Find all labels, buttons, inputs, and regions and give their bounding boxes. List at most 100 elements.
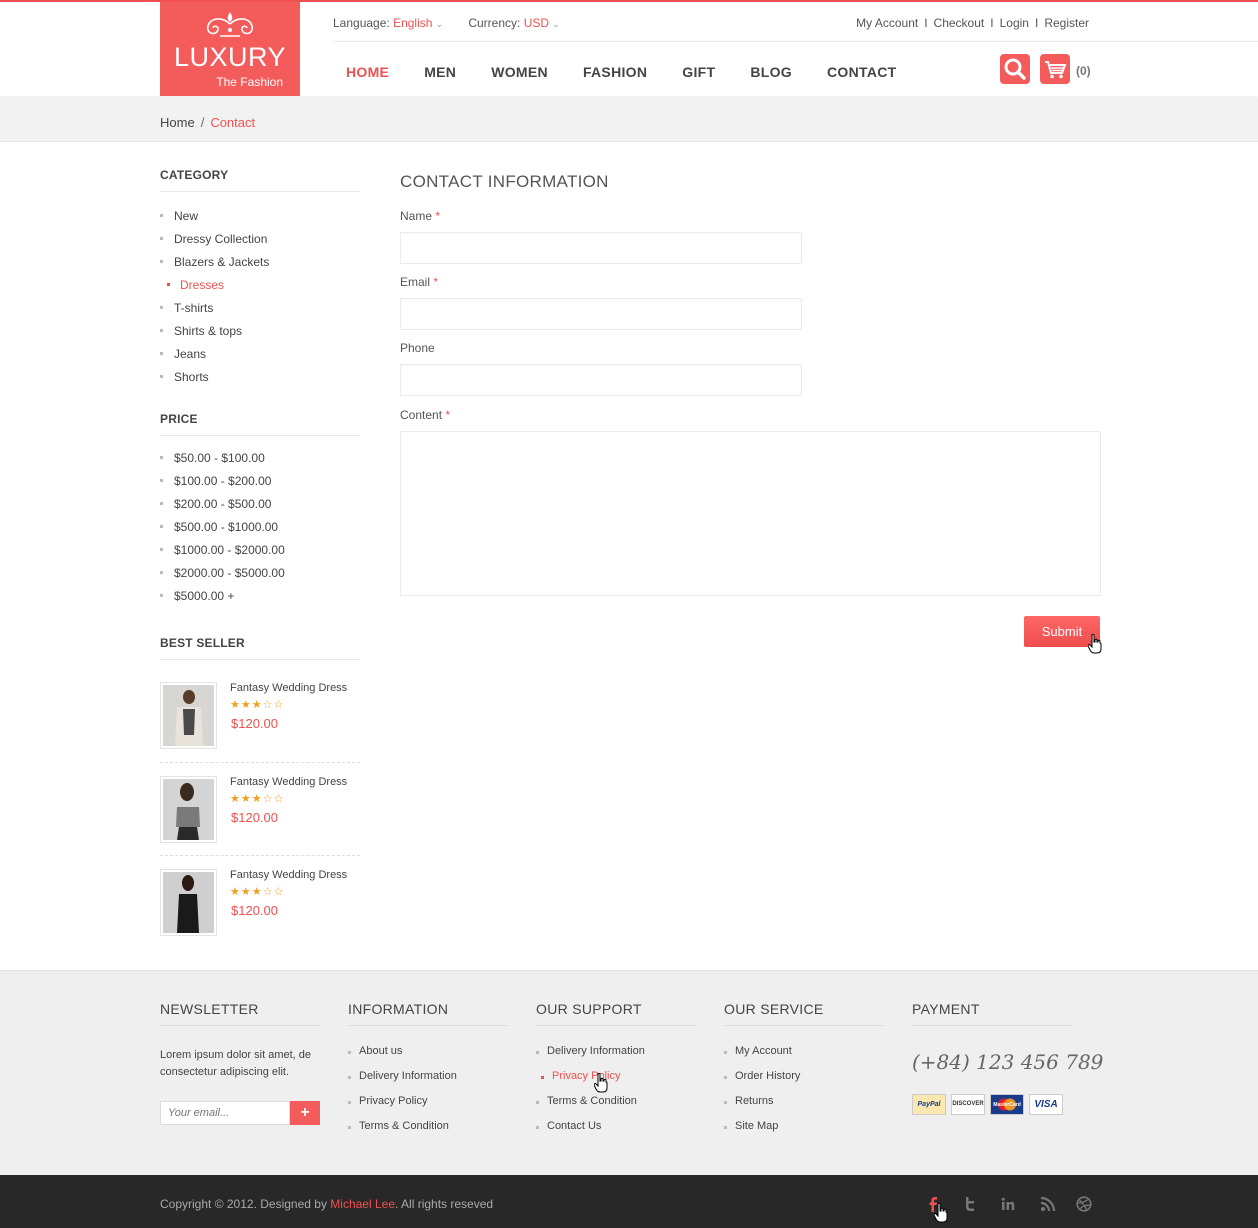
footer-link[interactable]: About us	[348, 1045, 457, 1070]
information-list: About us Delivery Information Privacy Po…	[348, 1045, 457, 1145]
twitter-icon[interactable]	[962, 1196, 978, 1212]
name-label: Name *	[400, 209, 441, 223]
nav-fashion[interactable]: FASHION	[583, 64, 647, 80]
main-nav: HOME MEN WOMEN FASHION GIFT BLOG CONTACT	[346, 64, 932, 80]
logo-brand: LUXURY	[173, 42, 287, 72]
footer-link[interactable]: Delivery Information	[536, 1045, 645, 1070]
footer-link[interactable]: My Account	[724, 1045, 800, 1070]
product-thumbnail[interactable]	[160, 682, 217, 749]
discover-card: DISCOVER	[951, 1094, 985, 1115]
search-button[interactable]	[1000, 54, 1030, 84]
footer-link[interactable]: Privacy Policy	[348, 1095, 457, 1120]
paypal-card: PayPal	[912, 1094, 946, 1115]
hand-cursor-icon	[934, 1203, 948, 1223]
category-item[interactable]: Dressy Collection	[160, 231, 269, 254]
phone-label: Phone	[400, 341, 435, 355]
account-links: My Account I Checkout I Login I Register	[856, 16, 1089, 30]
category-item[interactable]: Shorts	[160, 369, 269, 392]
footer-link-active[interactable]: Privacy Policy	[536, 1070, 645, 1095]
link-separator: I	[990, 16, 994, 30]
my-account-link[interactable]: My Account	[856, 16, 918, 30]
bestseller-divider	[160, 855, 360, 856]
footer-link[interactable]: Returns	[724, 1095, 800, 1120]
logo[interactable]: LUXURY The Fashion	[160, 2, 300, 96]
footer-link[interactable]: Terms & Condition	[536, 1095, 645, 1120]
service-heading: OUR SERVICE	[724, 1001, 884, 1026]
register-link[interactable]: Register	[1044, 16, 1089, 30]
link-separator: I	[924, 16, 928, 30]
email-field[interactable]	[400, 298, 802, 330]
currency-label: Currency:	[468, 16, 521, 30]
price-range-item[interactable]: $50.00 - $100.00	[160, 450, 285, 473]
nav-home[interactable]: HOME	[346, 64, 389, 80]
category-item[interactable]: T-shirts	[160, 300, 269, 323]
support-heading: OUR SUPPORT	[536, 1001, 696, 1026]
product-price: $120.00	[231, 903, 278, 918]
currency-value: USD	[523, 16, 550, 30]
price-range-item[interactable]: $500.00 - $1000.00	[160, 519, 285, 542]
price-range-item[interactable]: $5000.00 +	[160, 588, 285, 611]
category-item[interactable]: New	[160, 208, 269, 231]
price-range-item[interactable]: $1000.00 - $2000.00	[160, 542, 285, 565]
checkout-link[interactable]: Checkout	[934, 16, 985, 30]
product-title[interactable]: Fantasy Wedding Dress	[230, 682, 347, 694]
breadcrumb-home[interactable]: Home	[160, 115, 195, 130]
footer-link[interactable]: Delivery Information	[348, 1070, 457, 1095]
price-range-item[interactable]: $200.00 - $500.00	[160, 496, 285, 519]
nav-men[interactable]: MEN	[424, 64, 456, 80]
nav-gift[interactable]: GIFT	[682, 64, 715, 80]
phone-field[interactable]	[400, 364, 802, 396]
product-price: $120.00	[231, 716, 278, 731]
bestseller-heading: BEST SELLER	[160, 636, 360, 660]
copyright: Copyright © 2012. Designed by Michael Le…	[160, 1197, 494, 1211]
service-list: My Account Order History Returns Site Ma…	[724, 1045, 800, 1145]
required-mark: *	[445, 408, 451, 422]
designer-link[interactable]: Michael Lee	[330, 1197, 395, 1211]
nav-blog[interactable]: BLOG	[750, 64, 792, 80]
payment-cards: PayPal DISCOVER MasterCard VISA	[912, 1094, 1068, 1115]
footer-link[interactable]: Site Map	[724, 1120, 800, 1145]
star-rating: ★★★☆☆	[230, 793, 285, 805]
star-rating: ★★★☆☆	[230, 886, 285, 898]
star-rating: ★★★☆☆	[230, 699, 285, 711]
breadcrumb-current: Contact	[210, 115, 256, 130]
product-price: $120.00	[231, 810, 278, 825]
payment-heading: PAYMENT	[912, 1001, 1072, 1026]
product-thumbnail[interactable]	[160, 776, 217, 843]
content-textarea[interactable]	[400, 431, 1101, 596]
currency-selector[interactable]: Currency: USD ⌄	[468, 16, 559, 30]
phone-number: (+84) 123 456 789	[912, 1050, 1104, 1074]
login-link[interactable]: Login	[1000, 16, 1029, 30]
newsletter-email-input[interactable]	[160, 1101, 290, 1125]
footer-link[interactable]: Order History	[724, 1070, 800, 1095]
cart-button[interactable]	[1040, 54, 1070, 84]
language-selector[interactable]: Language: English ⌄	[333, 16, 443, 30]
dribbble-icon[interactable]	[1076, 1196, 1092, 1212]
product-title[interactable]: Fantasy Wedding Dress	[230, 869, 347, 881]
name-field[interactable]	[400, 232, 802, 264]
ornament-icon	[206, 12, 254, 37]
footer-link[interactable]: Contact Us	[536, 1120, 645, 1145]
category-list: New Dressy Collection Blazers & Jackets …	[160, 208, 269, 392]
product-thumbnail[interactable]	[160, 869, 217, 936]
nav-contact[interactable]: CONTACT	[827, 64, 897, 80]
footer-link[interactable]: Terms & Condition	[348, 1120, 457, 1145]
newsletter-subscribe-button[interactable]: +	[290, 1101, 320, 1125]
search-icon	[1004, 58, 1026, 80]
nav-women[interactable]: WOMEN	[491, 64, 548, 80]
breadcrumb: Home / Contact	[160, 115, 255, 130]
cart-count[interactable]: (0)	[1076, 64, 1091, 78]
price-range-item[interactable]: $100.00 - $200.00	[160, 473, 285, 496]
language-value: English	[393, 16, 433, 30]
category-item[interactable]: Blazers & Jackets	[160, 254, 269, 277]
rss-icon[interactable]	[1040, 1196, 1056, 1212]
product-title[interactable]: Fantasy Wedding Dress	[230, 776, 347, 788]
category-item[interactable]: Jeans	[160, 346, 269, 369]
linkedin-icon[interactable]	[1000, 1196, 1016, 1212]
language-label: Language:	[333, 16, 390, 30]
category-item-active[interactable]: Dresses	[160, 277, 269, 300]
price-range-item[interactable]: $2000.00 - $5000.00	[160, 565, 285, 588]
cart-icon	[1045, 61, 1067, 79]
category-item[interactable]: Shirts & tops	[160, 323, 269, 346]
newsletter-text: Lorem ipsum dolor sit amet, de consectet…	[160, 1049, 312, 1078]
